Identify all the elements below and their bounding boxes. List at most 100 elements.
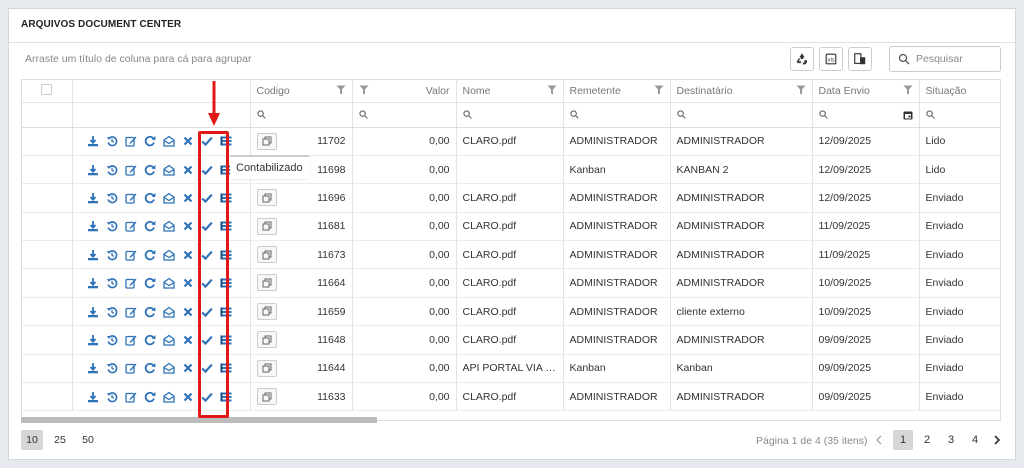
select-all-cell[interactable] (22, 80, 73, 103)
table-row[interactable]: 11644 0,00 API PORTAL VIA IM... Kanban Kanba… (22, 354, 1000, 384)
check-icon[interactable] (200, 135, 213, 147)
row-select-cell[interactable] (22, 155, 73, 185)
envelope-open-icon[interactable] (162, 192, 175, 204)
table-row[interactable]: 11673 0,00 CLARO.pdf ADMINISTRADOR ADMINISTR… (22, 240, 1000, 270)
copy-code-button[interactable] (256, 132, 277, 150)
copy-code-button[interactable] (256, 246, 277, 264)
row-select-cell[interactable] (22, 183, 73, 213)
prev-page-button[interactable] (869, 430, 889, 450)
download-icon[interactable] (87, 135, 99, 147)
check-icon[interactable] (200, 220, 213, 232)
select-all-checkbox[interactable] (41, 83, 52, 95)
refresh-icon[interactable] (144, 249, 156, 261)
column-header-nome[interactable]: Nome (456, 80, 564, 103)
row-select-cell[interactable] (22, 325, 73, 355)
check-icon[interactable] (200, 334, 213, 346)
refresh-icon[interactable] (144, 220, 156, 232)
history-icon[interactable] (106, 164, 118, 176)
envelope-open-icon[interactable] (162, 334, 175, 346)
edit-icon[interactable] (124, 334, 137, 346)
close-icon[interactable] (182, 220, 194, 232)
row-select-cell[interactable] (22, 354, 73, 384)
row-select-cell[interactable] (22, 268, 73, 298)
table-row[interactable]: 11696 0,00 CLARO.pdf ADMINISTRADOR ADMINISTR… (22, 183, 1000, 213)
edit-icon[interactable] (124, 277, 137, 289)
filter-cell-nome[interactable] (456, 102, 564, 128)
history-icon[interactable] (106, 135, 118, 147)
refresh-icon[interactable] (144, 135, 156, 147)
check-icon[interactable] (200, 192, 213, 204)
export-excel-button[interactable]: xls (819, 47, 843, 71)
edit-icon[interactable] (124, 391, 137, 403)
column-header-remetente[interactable]: Remetente (563, 80, 671, 103)
row-select-cell[interactable] (22, 297, 73, 327)
close-icon[interactable] (182, 164, 194, 176)
list-icon[interactable] (220, 362, 232, 374)
table-row[interactable]: 11659 0,00 CLARO.pdf ADMINISTRADOR cliente e… (22, 297, 1000, 327)
download-icon[interactable] (87, 249, 99, 261)
edit-icon[interactable] (124, 164, 137, 176)
close-icon[interactable] (182, 135, 194, 147)
calendar-icon[interactable] (903, 110, 913, 120)
history-icon[interactable] (106, 220, 118, 232)
row-select-cell[interactable] (22, 240, 73, 270)
filter-cell-valor[interactable] (352, 102, 457, 128)
envelope-open-icon[interactable] (162, 220, 175, 233)
page-size-25[interactable]: 25 (49, 430, 71, 450)
list-icon[interactable] (220, 220, 232, 232)
check-icon[interactable] (200, 277, 213, 289)
filter-cell-situacao[interactable] (919, 102, 1000, 128)
download-icon[interactable] (87, 362, 99, 374)
history-icon[interactable] (106, 306, 118, 318)
edit-icon[interactable] (124, 220, 137, 233)
download-icon[interactable] (87, 277, 99, 289)
download-icon[interactable] (87, 391, 99, 403)
copy-code-button[interactable] (256, 189, 277, 207)
close-icon[interactable] (182, 277, 194, 289)
filter-funnel-icon[interactable] (903, 85, 913, 95)
copy-code-button[interactable] (256, 302, 277, 320)
refresh-icon[interactable] (144, 306, 156, 318)
filter-cell-data_envio[interactable] (812, 102, 920, 128)
close-icon[interactable] (182, 362, 194, 374)
filter-funnel-icon[interactable] (336, 85, 346, 95)
column-header-situacao[interactable]: Situação (919, 80, 1000, 103)
download-icon[interactable] (87, 164, 99, 176)
envelope-open-icon[interactable] (162, 277, 175, 289)
row-select-cell[interactable] (22, 212, 73, 242)
page-3-button[interactable]: 3 (941, 430, 961, 450)
row-select-cell[interactable] (22, 127, 73, 156)
copy-code-button[interactable] (256, 331, 277, 349)
close-icon[interactable] (182, 249, 194, 261)
row-select-cell[interactable] (22, 382, 73, 412)
table-row[interactable]: 11698 0,00 Kanban KANBAN 2 12/09/2025 Lido (22, 155, 1000, 185)
edit-icon[interactable] (124, 135, 137, 147)
download-icon[interactable] (87, 334, 99, 346)
history-icon[interactable] (106, 192, 118, 204)
page-size-10[interactable]: 10 (21, 430, 43, 450)
group-by-hint[interactable]: Arraste um título de coluna para cá para… (25, 53, 251, 65)
check-icon[interactable] (200, 362, 213, 374)
page-4-button[interactable]: 4 (965, 430, 985, 450)
column-header-valor[interactable]: Valor (352, 80, 457, 103)
close-icon[interactable] (182, 334, 194, 346)
close-icon[interactable] (182, 391, 194, 403)
list-icon[interactable] (220, 135, 232, 147)
history-icon[interactable] (106, 362, 118, 374)
table-row[interactable]: 11664 0,00 CLARO.pdf ADMINISTRADOR ADMINISTR… (22, 268, 1000, 298)
column-header-codigo[interactable]: Codigo (250, 80, 353, 103)
history-icon[interactable] (106, 391, 118, 403)
refresh-icon[interactable] (144, 362, 156, 374)
search-box[interactable] (889, 46, 1001, 72)
filter-cell-remetente[interactable] (563, 102, 671, 128)
horizontal-scrollbar[interactable] (21, 417, 377, 423)
column-chooser-button[interactable] (848, 47, 872, 71)
refresh-icon[interactable] (144, 277, 156, 289)
copy-code-button[interactable] (256, 388, 277, 406)
edit-icon[interactable] (124, 192, 137, 204)
filter-funnel-icon[interactable] (359, 85, 369, 95)
edit-icon[interactable] (124, 249, 137, 261)
close-icon[interactable] (182, 306, 194, 318)
filter-funnel-icon[interactable] (796, 85, 806, 95)
recycle-button[interactable] (790, 47, 814, 71)
